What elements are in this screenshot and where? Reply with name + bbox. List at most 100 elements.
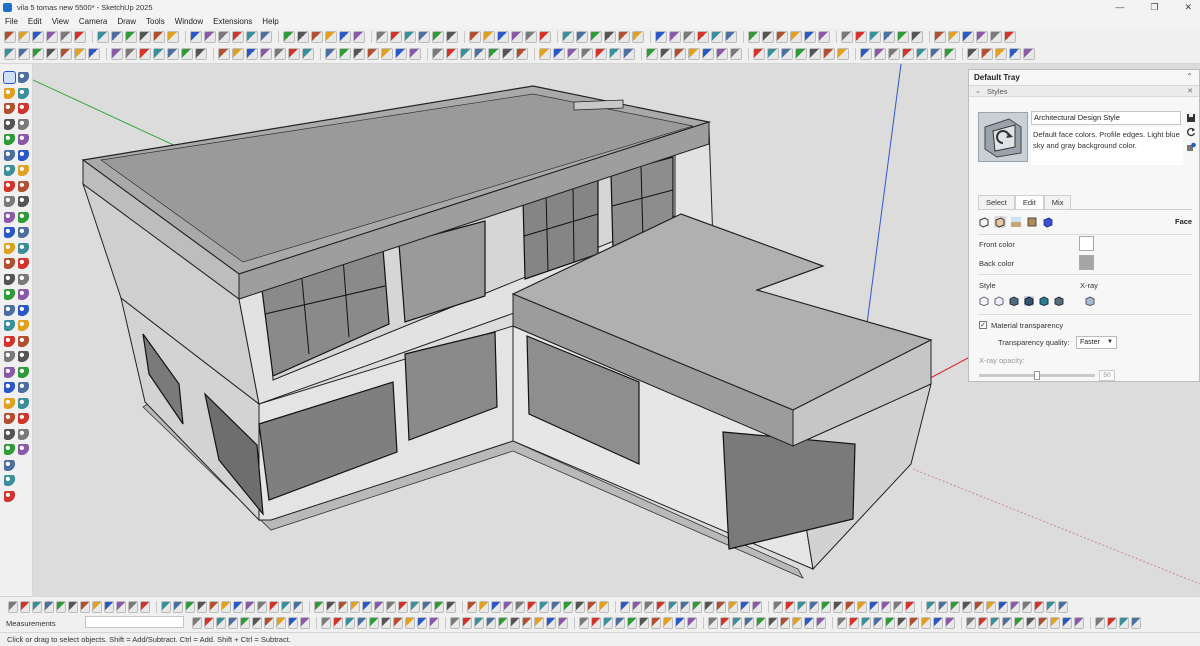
tool-button-icon[interactable] (823, 48, 835, 60)
tool-palette-icon[interactable] (4, 444, 15, 455)
tool-button-icon[interactable] (74, 30, 86, 43)
tool-button-icon[interactable] (934, 30, 946, 43)
transparency-quality-select[interactable]: Faster ▼ (1076, 336, 1117, 349)
tool-button-icon[interactable] (1062, 617, 1072, 629)
menu-extensions[interactable]: Extensions (213, 17, 252, 26)
tool-button-icon[interactable] (288, 617, 298, 629)
tool-button-icon[interactable] (228, 617, 238, 629)
tool-palette-icon[interactable] (4, 258, 15, 269)
tool-button-icon[interactable] (8, 601, 18, 613)
shaded-style-icon[interactable] (1009, 296, 1019, 306)
tool-button-icon[interactable] (74, 48, 86, 60)
tool-button-icon[interactable] (429, 617, 439, 629)
tool-button-icon[interactable] (479, 601, 489, 613)
tool-button-icon[interactable] (104, 601, 114, 613)
tool-palette-icon[interactable] (18, 242, 29, 254)
tool-button-icon[interactable] (773, 601, 783, 613)
tool-button-icon[interactable] (539, 48, 551, 60)
tool-button-icon[interactable] (885, 617, 895, 629)
tool-button-icon[interactable] (153, 48, 165, 60)
panel-close-icon[interactable]: ✕ (1187, 86, 1193, 98)
tool-button-icon[interactable] (350, 601, 360, 613)
tool-button-icon[interactable] (976, 30, 988, 43)
tool-button-icon[interactable] (944, 48, 956, 60)
tool-button-icon[interactable] (716, 48, 728, 60)
tool-button-icon[interactable] (730, 48, 742, 60)
tool-button-icon[interactable] (195, 48, 207, 60)
tool-button-icon[interactable] (68, 601, 78, 613)
tool-palette-icon[interactable] (4, 413, 15, 424)
tool-button-icon[interactable] (995, 48, 1007, 60)
tool-button-icon[interactable] (204, 30, 216, 43)
tool-button-icon[interactable] (218, 30, 230, 43)
tool-palette-icon[interactable] (4, 397, 15, 409)
tool-button-icon[interactable] (486, 617, 496, 629)
tool-palette-icon[interactable] (18, 180, 29, 192)
tool-palette-icon[interactable] (4, 134, 15, 145)
tool-palette-icon[interactable] (18, 397, 29, 409)
tool-button-icon[interactable] (190, 30, 202, 43)
tool-button-icon[interactable] (837, 48, 849, 60)
tool-button-icon[interactable] (575, 601, 585, 613)
tool-palette-icon[interactable] (4, 273, 15, 285)
tool-button-icon[interactable] (683, 30, 695, 43)
material-transparency-checkbox[interactable]: ✓ (979, 321, 987, 329)
tool-button-icon[interactable] (990, 30, 1002, 43)
tool-button-icon[interactable] (252, 617, 262, 629)
tool-button-icon[interactable] (497, 30, 509, 43)
tool-palette-icon[interactable] (18, 273, 29, 285)
tool-button-icon[interactable] (620, 601, 630, 613)
tool-button-icon[interactable] (173, 601, 183, 613)
tool-button-icon[interactable] (283, 30, 295, 43)
tool-button-icon[interactable] (491, 601, 501, 613)
tool-button-icon[interactable] (488, 48, 500, 60)
tool-button-icon[interactable] (498, 617, 508, 629)
tool-palette-icon[interactable] (3, 71, 16, 84)
tool-button-icon[interactable] (692, 601, 702, 613)
tool-button-icon[interactable] (269, 601, 279, 613)
tool-button-icon[interactable] (398, 601, 408, 613)
tool-button-icon[interactable] (744, 617, 754, 629)
tool-button-icon[interactable] (990, 617, 1000, 629)
pin-icon[interactable]: ⌃ (1186, 72, 1193, 81)
tool-button-icon[interactable] (1026, 617, 1036, 629)
tool-button-icon[interactable] (945, 617, 955, 629)
tool-button-icon[interactable] (1034, 601, 1044, 613)
tool-button-icon[interactable] (599, 601, 609, 613)
tool-button-icon[interactable] (60, 30, 72, 43)
tool-button-icon[interactable] (353, 48, 365, 60)
tool-button-icon[interactable] (302, 48, 314, 60)
tool-button-icon[interactable] (1131, 617, 1141, 629)
tool-button-icon[interactable] (446, 601, 456, 613)
tool-button-icon[interactable] (128, 601, 138, 613)
tool-palette-icon[interactable] (18, 165, 29, 176)
tool-button-icon[interactable] (1022, 601, 1032, 613)
tool-button-icon[interactable] (821, 601, 831, 613)
tool-button-icon[interactable] (881, 601, 891, 613)
tool-button-icon[interactable] (409, 48, 421, 60)
tool-button-icon[interactable] (339, 30, 351, 43)
tool-button-icon[interactable] (216, 617, 226, 629)
tool-button-icon[interactable] (632, 30, 644, 43)
tool-button-icon[interactable] (716, 601, 726, 613)
tool-palette-icon[interactable] (4, 196, 15, 207)
tool-button-icon[interactable] (797, 601, 807, 613)
tool-button-icon[interactable] (450, 617, 460, 629)
tool-button-icon[interactable] (1119, 617, 1129, 629)
tool-button-icon[interactable] (950, 601, 960, 613)
shaded-same-front-back-icon[interactable] (1039, 296, 1049, 306)
tool-button-icon[interactable] (233, 601, 243, 613)
tool-button-icon[interactable] (725, 30, 737, 43)
tool-palette-icon[interactable] (4, 366, 15, 378)
tool-button-icon[interactable] (525, 30, 537, 43)
measurements-input[interactable] (85, 616, 184, 628)
tool-palette-icon[interactable] (18, 444, 29, 455)
tool-button-icon[interactable] (756, 617, 766, 629)
tool-button-icon[interactable] (321, 617, 331, 629)
tool-button-icon[interactable] (595, 48, 607, 60)
tool-button-icon[interactable] (240, 617, 250, 629)
tool-palette-icon[interactable] (4, 351, 15, 362)
tool-button-icon[interactable] (688, 48, 700, 60)
tool-button-icon[interactable] (369, 617, 379, 629)
tool-button-icon[interactable] (930, 48, 942, 60)
